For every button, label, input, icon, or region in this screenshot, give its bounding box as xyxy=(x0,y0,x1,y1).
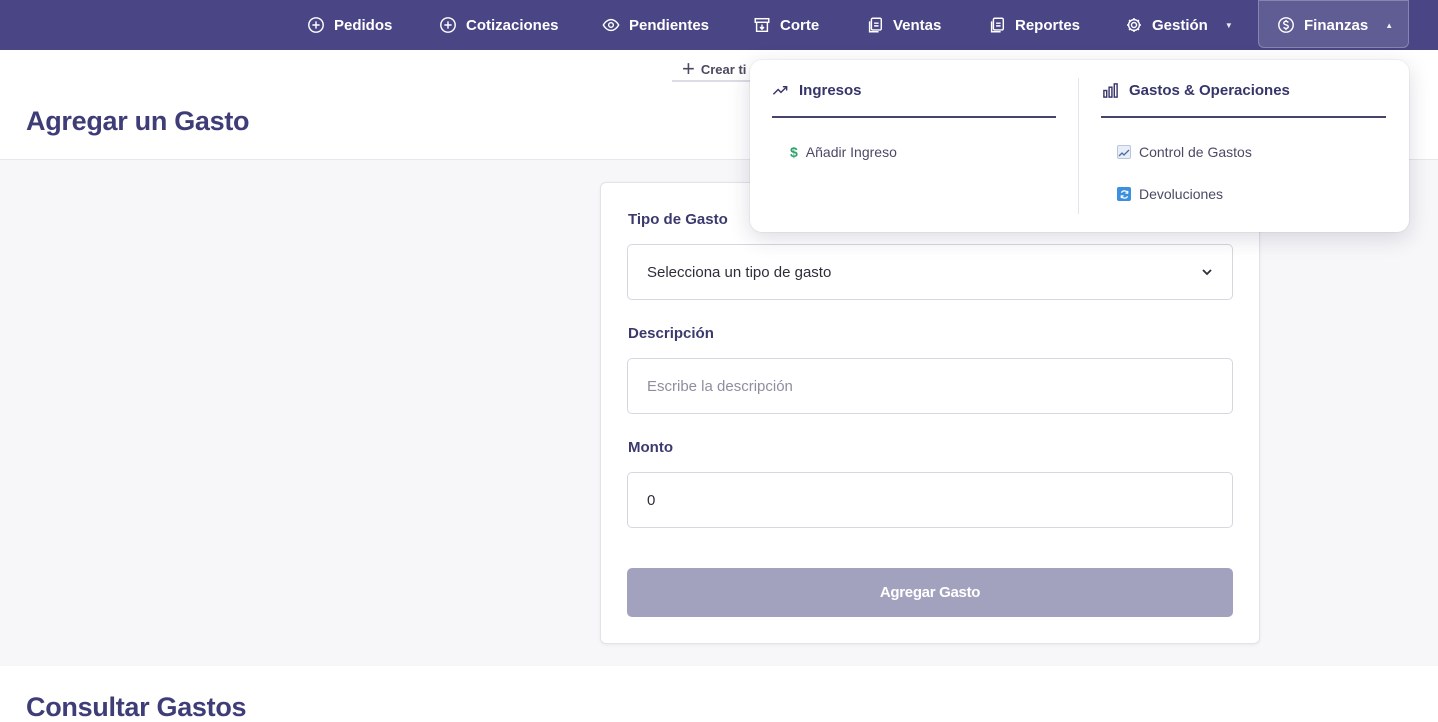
ingresos-header: Ingresos xyxy=(772,82,862,99)
nav-label: Reportes xyxy=(1015,16,1081,34)
finanzas-dropdown: Ingresos $ Añadir Ingreso Gastos & Opera… xyxy=(750,60,1409,232)
descripcion-input[interactable]: Escribe la descripción xyxy=(627,358,1233,414)
nav-finanzas[interactable]: Finanzas ▲ xyxy=(1277,0,1393,50)
nav-gestion[interactable]: Gestión ▼ xyxy=(1125,0,1233,50)
caret-down-icon: ▼ xyxy=(1224,20,1233,30)
tipo-gasto-label: Tipo de Gasto xyxy=(628,211,728,228)
nav-label: Pedidos xyxy=(334,16,393,34)
plus-icon: + xyxy=(682,56,695,81)
menu-item-label: Control de Gastos xyxy=(1139,144,1252,160)
dropdown-separator xyxy=(1078,78,1079,214)
plus-circle-icon xyxy=(440,17,456,33)
chart-up-icon xyxy=(1117,145,1131,159)
monto-label: Monto xyxy=(628,439,673,456)
bar-chart-icon xyxy=(1103,83,1118,98)
create-link-label: Crear ti xyxy=(700,61,747,77)
gastos-operaciones-title: Gastos & Operaciones xyxy=(1129,82,1290,99)
top-nav: Pedidos Cotizaciones Pendientes Corte Ve… xyxy=(0,0,1438,50)
plus-circle-icon xyxy=(308,17,324,33)
nav-label: Corte xyxy=(780,16,820,34)
tipo-gasto-select[interactable]: Selecciona un tipo de gasto xyxy=(627,244,1233,300)
ingresos-title: Ingresos xyxy=(799,82,862,99)
nav-pedidos[interactable]: Pedidos xyxy=(307,0,392,50)
page-title: Agregar un Gasto xyxy=(26,106,250,136)
gastos-operaciones-header: Gastos & Operaciones xyxy=(1102,82,1290,99)
gear-icon xyxy=(1126,17,1142,33)
monto-input[interactable]: 0 xyxy=(627,472,1233,528)
expense-form-card: Tipo de Gasto Selecciona un tipo de gast… xyxy=(600,182,1260,644)
copy-icon xyxy=(990,17,1005,33)
monto-value: 0 xyxy=(647,491,656,509)
nav-ventas[interactable]: Ventas xyxy=(866,0,941,50)
dollar-circle-icon xyxy=(1278,17,1294,33)
consultar-gastos-title: Consultar Gastos xyxy=(26,692,247,722)
agregar-gasto-button[interactable]: Agregar Gasto xyxy=(627,568,1233,617)
descripcion-label: Descripción xyxy=(628,325,714,342)
nav-reportes[interactable]: Reportes xyxy=(988,0,1080,50)
menu-item-label: Añadir Ingreso xyxy=(805,144,897,160)
trending-up-icon xyxy=(772,86,788,95)
nav-pendientes[interactable]: Pendientes xyxy=(602,0,709,50)
gastos-operaciones-rule xyxy=(1101,116,1386,118)
menu-item-label: Devoluciones xyxy=(1139,186,1224,202)
descripcion-placeholder: Escribe la descripción xyxy=(647,377,793,395)
menu-item-anadir-ingreso[interactable]: $ Añadir Ingreso xyxy=(790,144,897,160)
menu-item-devoluciones[interactable]: Devoluciones xyxy=(1117,186,1223,202)
refresh-icon xyxy=(1117,187,1131,201)
dollar-icon: $ xyxy=(790,144,798,160)
eye-icon xyxy=(602,18,620,32)
nav-label: Pendientes xyxy=(629,16,710,34)
caret-up-icon: ▲ xyxy=(1385,20,1394,30)
nav-corte[interactable]: Corte xyxy=(753,0,819,50)
archive-icon xyxy=(754,17,770,33)
nav-label: Cotizaciones xyxy=(466,16,559,34)
ingresos-rule xyxy=(772,116,1056,118)
chevron-down-icon xyxy=(1202,269,1212,276)
nav-label: Ventas xyxy=(893,16,942,34)
nav-cotizaciones[interactable]: Cotizaciones xyxy=(439,0,559,50)
tipo-gasto-selected: Selecciona un tipo de gasto xyxy=(647,263,832,281)
copy-icon xyxy=(868,17,883,33)
menu-item-control-gastos[interactable]: Control de Gastos xyxy=(1117,144,1252,160)
nav-label: Gestión xyxy=(1152,16,1208,34)
nav-label: Finanzas xyxy=(1304,16,1369,34)
